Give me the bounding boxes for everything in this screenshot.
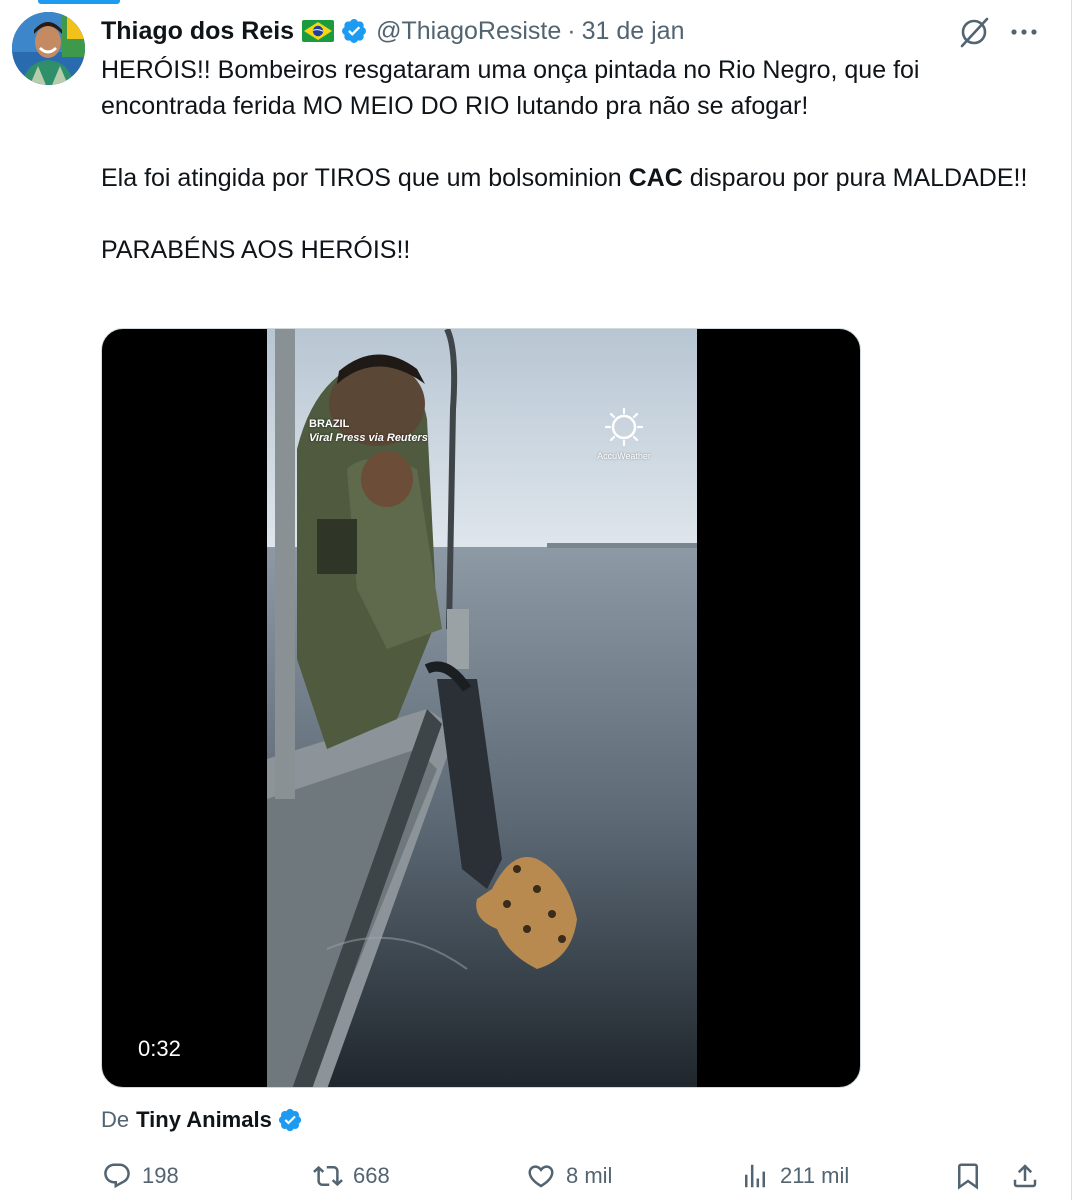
separator-dot: ·	[567, 16, 576, 45]
retweet-count: 668	[353, 1163, 390, 1188]
share-button[interactable]	[1010, 1156, 1040, 1196]
reply-button[interactable]: 198	[102, 1156, 179, 1196]
verified-badge-icon[interactable]	[277, 1107, 303, 1133]
tweet-card: Thiago dos Reis @ThiagoResiste · 31 de j…	[0, 0, 1091, 1200]
bookmark-button[interactable]	[953, 1156, 983, 1196]
retweet-button[interactable]: 668	[313, 1156, 390, 1196]
reply-icon	[104, 1163, 130, 1189]
overlay-country: BRAZIL	[309, 418, 350, 430]
more-icon[interactable]	[1008, 16, 1040, 48]
reply-count: 198	[142, 1163, 179, 1188]
tweet-header: Thiago dos Reis @ThiagoResiste · 31 de j…	[101, 12, 684, 50]
tweet-paragraph-3: PARABÉNS AOS HERÓIS!!	[101, 236, 411, 264]
brazil-flag-icon	[302, 19, 335, 43]
tweet-paragraph-1: HERÓIS!! Bombeiros resgataram uma onça p…	[101, 56, 920, 120]
views-button[interactable]: 211 mil	[740, 1156, 849, 1196]
source-prefix: De	[101, 1107, 130, 1132]
video-player[interactable]: BRAZIL Viral Press via Reuters AccuWeath…	[101, 328, 861, 1088]
tweet-paragraph-2-bold: CAC	[628, 164, 683, 192]
grok-icon[interactable]	[956, 14, 992, 50]
retweet-icon	[313, 1165, 343, 1187]
video-overlay-label: BRAZIL Viral Press via Reuters	[309, 417, 428, 445]
views-count: 211 mil	[780, 1163, 850, 1188]
video-duration: 0:32	[138, 1036, 181, 1061]
sun-icon	[604, 407, 644, 447]
active-tab-indicator	[38, 0, 120, 4]
brand-text: AccuWeather	[597, 451, 651, 461]
like-count: 8 mil	[566, 1163, 613, 1188]
tweet-paragraph-2: Ela foi atingida por TIROS que um bolsom…	[101, 160, 1051, 196]
share-icon	[1013, 1164, 1037, 1188]
like-button[interactable]: 8 mil	[526, 1156, 612, 1196]
source-account-link[interactable]: Tiny Animals	[136, 1107, 272, 1133]
tweet-text: HERÓIS!! Bombeiros resgataram uma onça p…	[101, 52, 1051, 268]
display-name[interactable]: Thiago dos Reis	[101, 17, 294, 46]
overlay-credit: Viral Press via Reuters	[309, 432, 428, 444]
like-icon	[528, 1165, 554, 1188]
bookmark-icon	[958, 1163, 978, 1190]
tweet-paragraph-2-start: Ela foi atingida por TIROS que um bolsom…	[101, 164, 629, 192]
avatar[interactable]	[12, 12, 85, 85]
views-icon	[745, 1164, 765, 1188]
video-brand-watermark: AccuWeather	[590, 407, 658, 461]
user-handle[interactable]: @ThiagoResiste	[376, 17, 561, 46]
verified-badge-icon[interactable]	[340, 17, 368, 45]
media-source: De Tiny Animals	[101, 1103, 303, 1137]
tweet-date[interactable]: 31 de jan	[582, 17, 685, 46]
column-divider	[1071, 0, 1072, 1200]
tweet-paragraph-2-end: disparou por pura MALDADE!!	[682, 164, 1028, 192]
